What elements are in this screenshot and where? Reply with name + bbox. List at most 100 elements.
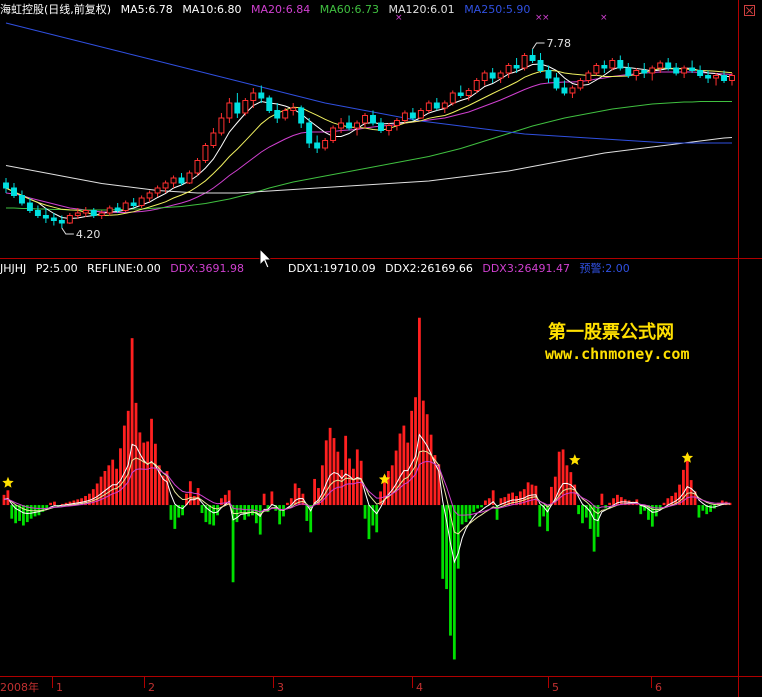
stock-title: 海虹控股(日线,前复权)	[0, 3, 112, 16]
ddx-bar	[503, 497, 507, 506]
price-annotation-leader	[532, 42, 545, 50]
candle-body	[42, 215, 49, 219]
candle-body	[74, 212, 81, 216]
candle-body	[274, 110, 281, 119]
month-tick	[548, 676, 549, 688]
ddx-bar	[375, 505, 379, 533]
candle-body	[234, 102, 241, 114]
candle-body	[545, 70, 552, 79]
ddx-bar	[588, 505, 592, 529]
candle-body	[202, 145, 209, 161]
ddx-bar	[352, 468, 355, 506]
candle-body	[154, 187, 161, 194]
candle-body	[290, 107, 297, 111]
month-tick	[144, 676, 145, 688]
ddx-bar	[697, 505, 701, 518]
ddx-bar	[449, 505, 452, 636]
ddx-bar	[37, 505, 41, 516]
ddx-bar	[6, 490, 10, 506]
ddx-bar	[546, 505, 549, 532]
ddx-bar	[480, 505, 483, 508]
ddx-bar	[247, 505, 250, 517]
month-label: 5	[552, 681, 559, 694]
ddx-bar	[484, 500, 487, 506]
candle-body	[513, 65, 520, 69]
candle-body	[298, 107, 305, 124]
candle-body	[370, 115, 376, 124]
year-label: 2008年	[0, 681, 39, 694]
candle-body	[330, 127, 337, 141]
ddx-bar	[561, 449, 565, 506]
ddx-bar	[406, 442, 410, 506]
sub-panel-header-left: JHJHJ P2:5.00 REFLINE:0.00 DDX:3691.98	[0, 263, 250, 275]
candle-body	[18, 195, 25, 204]
candle-body	[66, 215, 73, 224]
month-tick	[52, 676, 53, 688]
ddx-bar	[103, 471, 107, 506]
ddx-bar	[305, 505, 309, 521]
signal-star-icon	[569, 454, 581, 465]
ddx-bar	[181, 505, 184, 516]
candle-body	[585, 72, 592, 81]
sub-panel-header-right: DDX1:19710.09 DDX2:26169.66 DDX3:26491.4…	[288, 263, 636, 275]
ddx-bar	[134, 402, 138, 506]
x-axis-line	[0, 676, 762, 677]
candle-body	[90, 210, 97, 216]
candle-body	[98, 212, 105, 216]
month-tick	[273, 676, 274, 688]
ddx-bar	[196, 488, 200, 506]
candle-body	[130, 202, 137, 206]
candle-body	[697, 70, 704, 76]
ma60-label: MA60:6.73	[319, 3, 379, 16]
ddx-bar	[425, 414, 429, 506]
ddx-bar	[10, 505, 14, 519]
candle-body	[481, 72, 488, 81]
ddx-bar	[142, 442, 146, 506]
ddx-bar	[107, 465, 111, 506]
ddx-bar	[332, 438, 336, 506]
month-label: 1	[56, 681, 63, 694]
ddx-bar	[53, 501, 56, 506]
ddx-bar	[154, 443, 157, 506]
ddx-bar	[262, 493, 266, 506]
candle-body	[713, 75, 720, 79]
candle-body	[377, 122, 384, 131]
ddx-bar	[390, 465, 394, 506]
candle-body	[282, 110, 289, 119]
signal-marker: ×	[600, 13, 608, 23]
candle-body	[473, 80, 480, 91]
candle-body	[601, 65, 608, 69]
candle-body	[609, 60, 616, 69]
candle-body	[138, 197, 145, 206]
ddx-bar	[122, 425, 126, 506]
ddx-bar	[476, 505, 480, 509]
ddx-bar	[386, 471, 390, 506]
low-price-label: 4.20	[76, 228, 101, 241]
candle-body	[537, 60, 544, 71]
ddx-bar	[402, 425, 406, 506]
candle-body	[465, 90, 472, 96]
candle-body	[617, 60, 624, 69]
ddx-bar	[173, 505, 177, 529]
ma-line-ma10	[5, 67, 733, 217]
ddx-bar	[418, 317, 421, 506]
ddx-bar	[270, 491, 274, 506]
candle-body	[489, 72, 496, 79]
candle-body	[633, 70, 640, 76]
ddx-bar	[119, 448, 122, 506]
ddx1-label: DDX1:19710.09	[288, 262, 376, 275]
close-icon[interactable]	[744, 5, 755, 16]
ddx-bar	[115, 468, 118, 506]
candle-body	[497, 72, 504, 79]
watermark-url: www.chnmoney.com	[545, 345, 690, 363]
candle-body	[401, 112, 408, 121]
ddx-bar	[344, 435, 348, 506]
candle-body	[226, 102, 233, 119]
ddx-bar	[441, 505, 445, 579]
panel-separator	[0, 258, 762, 259]
ddx-bar	[600, 493, 604, 506]
ddx-bar	[495, 505, 499, 520]
candle-body	[250, 92, 257, 101]
ma5-label: MA5:6.78	[120, 3, 173, 16]
ma250-label: MA250:5.90	[464, 3, 531, 16]
